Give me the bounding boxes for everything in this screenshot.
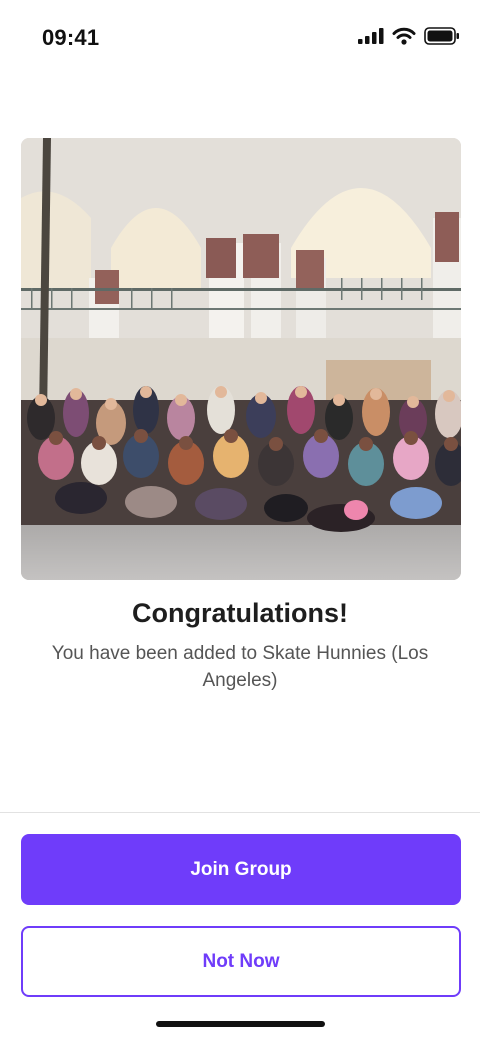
group-added-message: You have been added to Skate Hunnies (Lo…: [51, 643, 429, 691]
status-icons: [358, 27, 460, 45]
not-now-button[interactable]: Not Now: [21, 926, 461, 997]
home-indicator: [156, 1021, 325, 1027]
wifi-icon: [392, 27, 416, 45]
battery-icon: [424, 27, 459, 45]
join-group-button[interactable]: Join Group: [21, 834, 461, 905]
status-bar: 09:41: [0, 0, 480, 76]
congratulations-title: Congratulations!: [132, 598, 348, 628]
signal-icon: [358, 28, 384, 44]
hero-image: [21, 138, 461, 580]
divider: [0, 812, 480, 813]
group-photo: [21, 138, 461, 580]
status-time: 09:41: [42, 25, 100, 50]
